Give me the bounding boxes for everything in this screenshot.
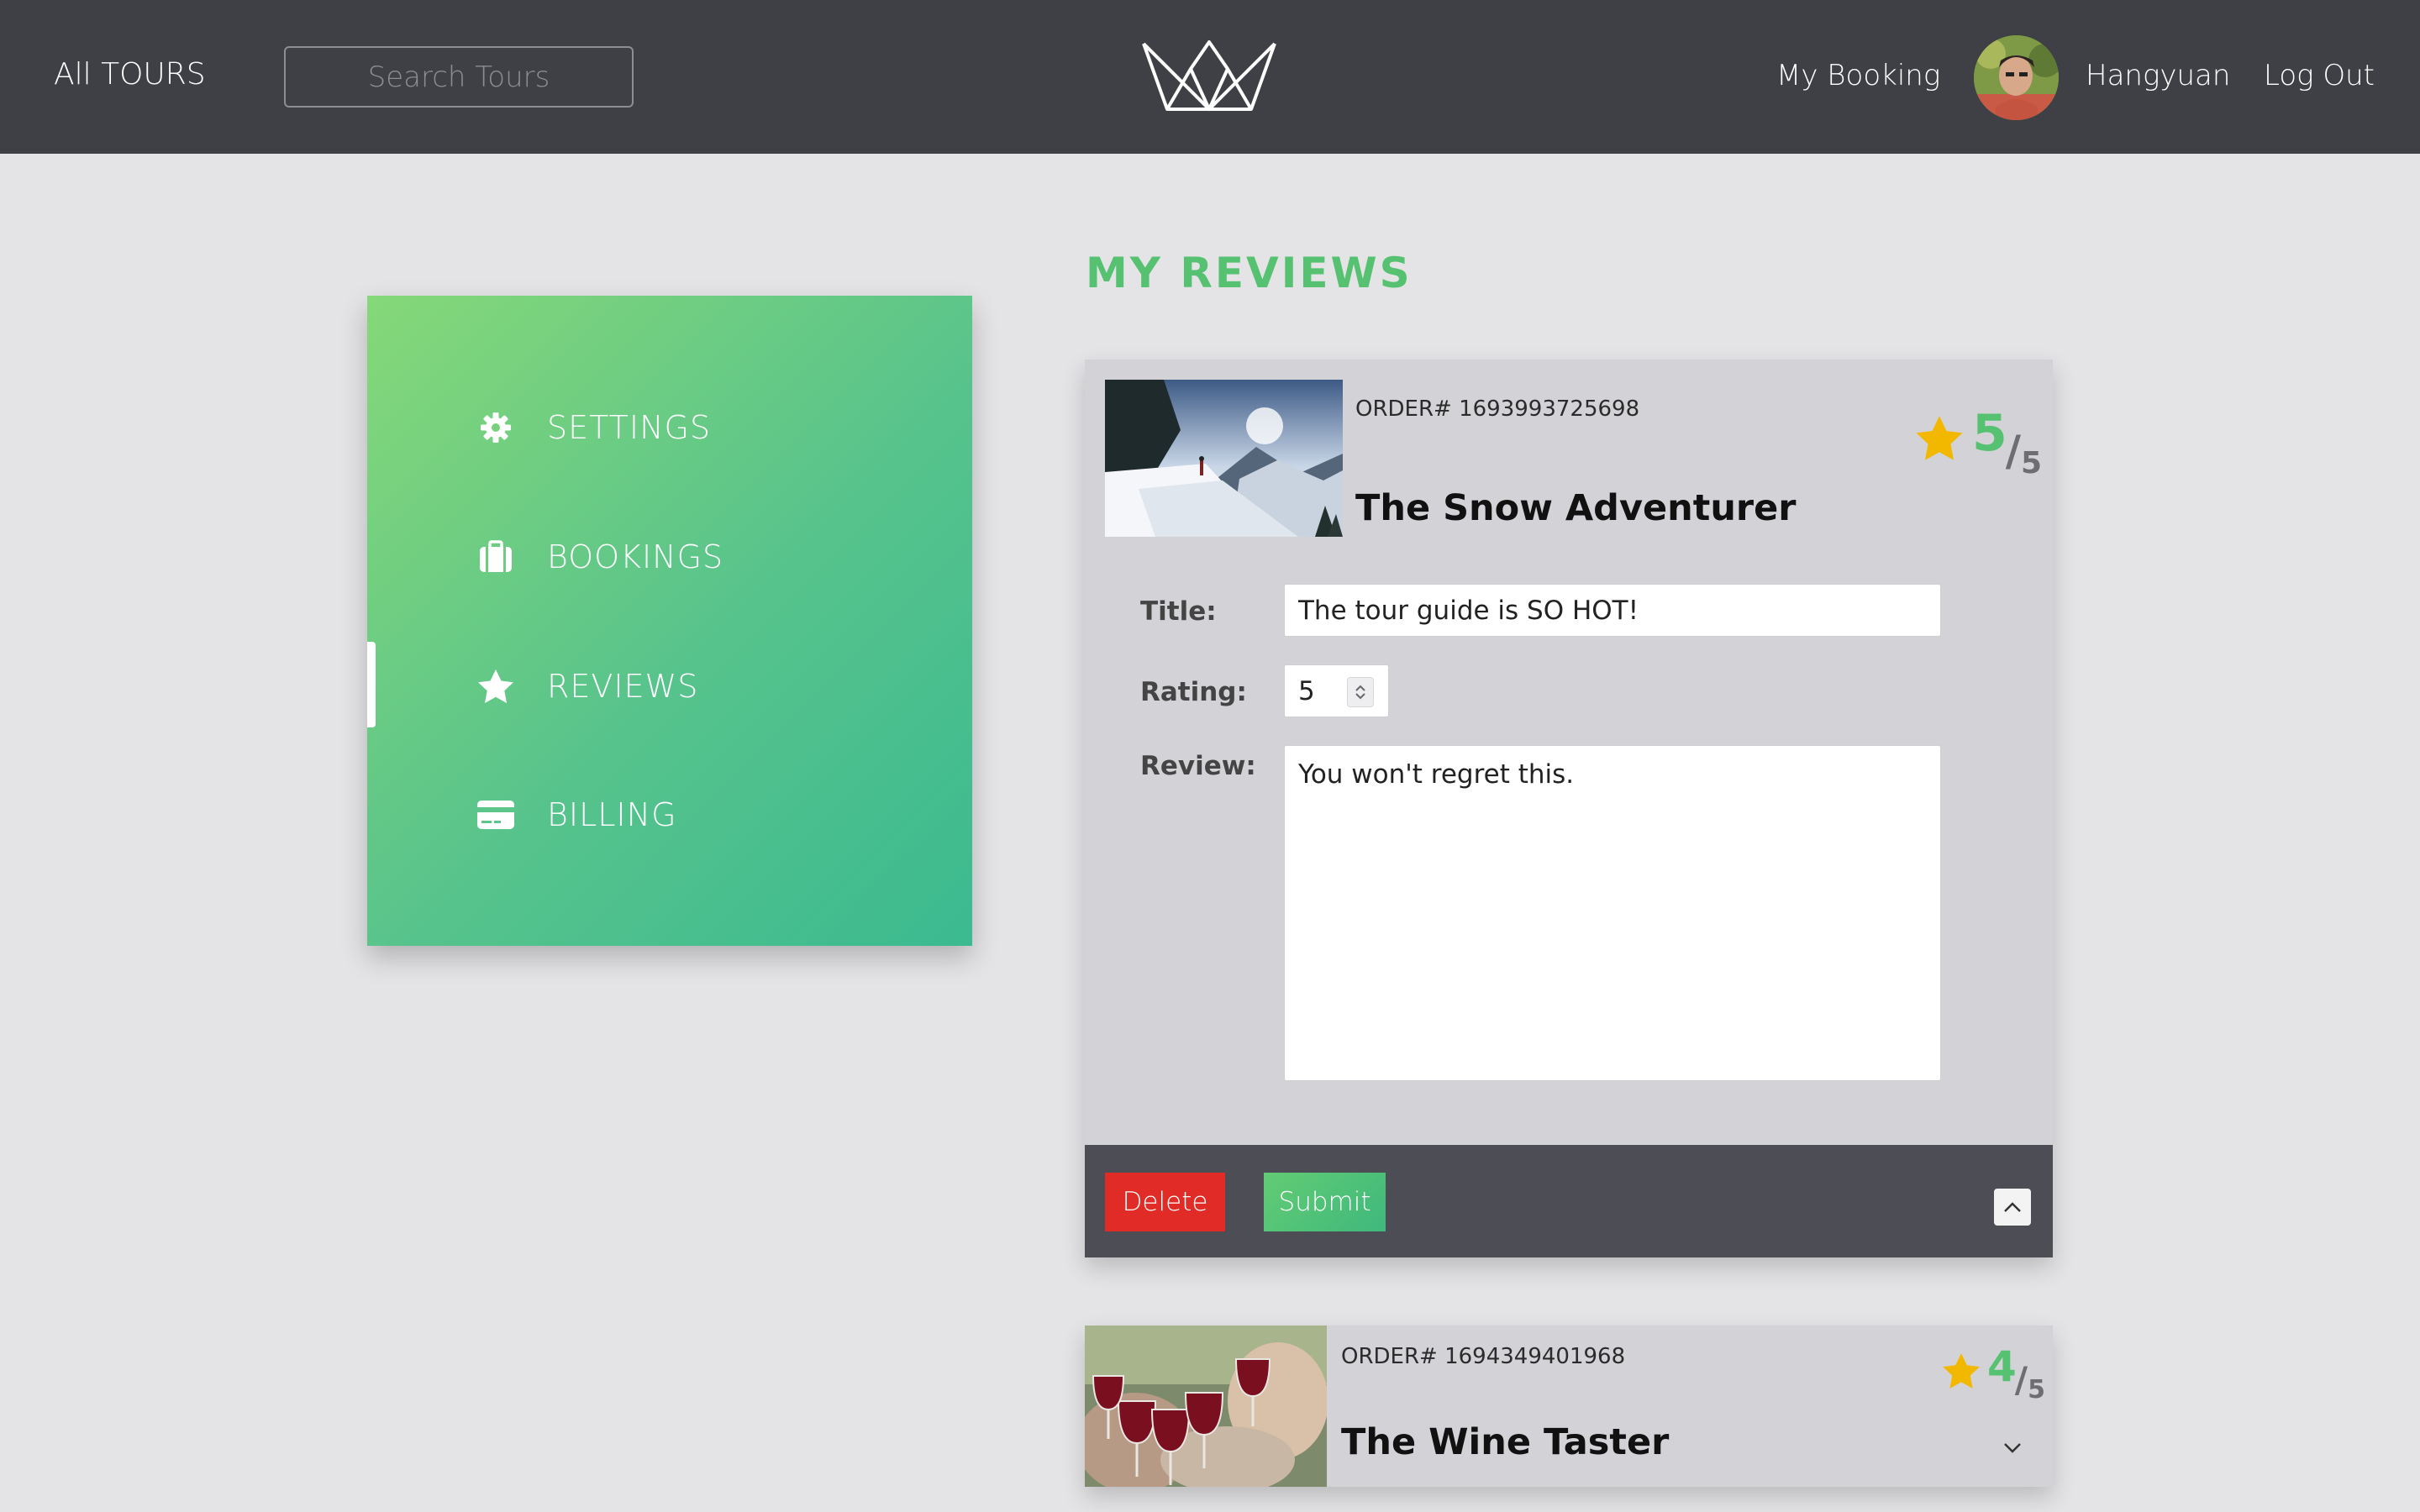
account-sidebar: SETTINGS BOOKINGS REVIEWS BILLING <box>367 296 972 946</box>
rating-number-input[interactable]: 5 <box>1284 664 1389 717</box>
star-icon <box>1916 416 1963 460</box>
collapse-button[interactable] <box>1994 1189 2031 1226</box>
review-card-actions: Delete Submit <box>1085 1145 2053 1257</box>
sidebar-item-reviews[interactable]: REVIEWS <box>476 653 913 720</box>
order-number: ORDER# 1693993725698 <box>1355 396 1640 422</box>
rating-max: 5 <box>2021 446 2043 480</box>
review-card: ORDER# 1693993725698 The Snow Adventurer… <box>1085 360 2053 1257</box>
crown-logo-icon[interactable] <box>1140 39 1278 113</box>
delete-button[interactable]: Delete <box>1105 1173 1225 1231</box>
rating-max: 5 <box>2028 1375 2046 1404</box>
chevron-down-icon[interactable] <box>1355 692 1366 701</box>
tour-thumbnail <box>1105 380 1343 537</box>
sidebar-item-bookings[interactable]: BOOKINGS <box>476 523 913 591</box>
tour-thumbnail <box>1085 1326 1327 1487</box>
sidebar-item-billing[interactable]: BILLING <box>476 781 913 848</box>
all-tours-link[interactable]: All TOURS <box>54 57 206 92</box>
review-label: Review: <box>1140 751 1256 781</box>
sidebar-item-label: SETTINGS <box>547 409 712 446</box>
star-icon <box>1943 1353 1980 1389</box>
user-name-link[interactable]: Hangyuan <box>2086 59 2230 92</box>
page-title: MY REVIEWS <box>1086 249 1413 297</box>
suitcase-icon <box>476 538 515 576</box>
rating-score: 5 / 5 <box>1915 408 2042 479</box>
star-icon <box>476 667 515 706</box>
top-navbar: All TOURS My Booking Hangyuan Log Out <box>0 0 2420 154</box>
tour-name: The Snow Adventurer <box>1355 487 1797 529</box>
sidebar-item-settings[interactable]: SETTINGS <box>476 394 913 461</box>
log-out-link[interactable]: Log Out <box>2264 59 2375 92</box>
my-booking-link[interactable]: My Booking <box>1776 59 1940 92</box>
rating-stepper[interactable] <box>1347 677 1374 707</box>
search-tours-input[interactable] <box>284 46 634 108</box>
tour-name: The Wine Taster <box>1341 1421 1670 1463</box>
rating-score: 4 / 5 <box>1942 1346 2045 1403</box>
rating-label: Rating: <box>1140 677 1247 707</box>
chevron-down-icon <box>2004 1443 2021 1453</box>
rating-value: 5 <box>1972 404 2007 463</box>
order-number: ORDER# 1694349401968 <box>1341 1344 1626 1369</box>
sidebar-item-label: BILLING <box>547 796 677 833</box>
expand-button[interactable] <box>1999 1435 2026 1462</box>
rating-value: 4 <box>1987 1342 2017 1391</box>
sidebar-item-label: REVIEWS <box>547 668 699 705</box>
title-label: Title: <box>1140 596 1217 627</box>
gear-icon <box>476 408 515 447</box>
credit-card-icon <box>476 795 515 834</box>
user-avatar[interactable] <box>1974 35 2059 120</box>
chevron-up-icon <box>2004 1202 2021 1212</box>
review-textarea[interactable]: You won't regret this. <box>1284 745 1941 1081</box>
rating-input-value: 5 <box>1298 675 1315 706</box>
active-indicator <box>367 642 376 727</box>
submit-button[interactable]: Submit <box>1264 1173 1386 1231</box>
chevron-up-icon[interactable] <box>1355 684 1366 692</box>
review-card: ORDER# 1694349401968 The Wine Taster 4 /… <box>1085 1326 2053 1487</box>
review-title-input[interactable] <box>1284 584 1941 637</box>
sidebar-item-label: BOOKINGS <box>547 538 724 575</box>
